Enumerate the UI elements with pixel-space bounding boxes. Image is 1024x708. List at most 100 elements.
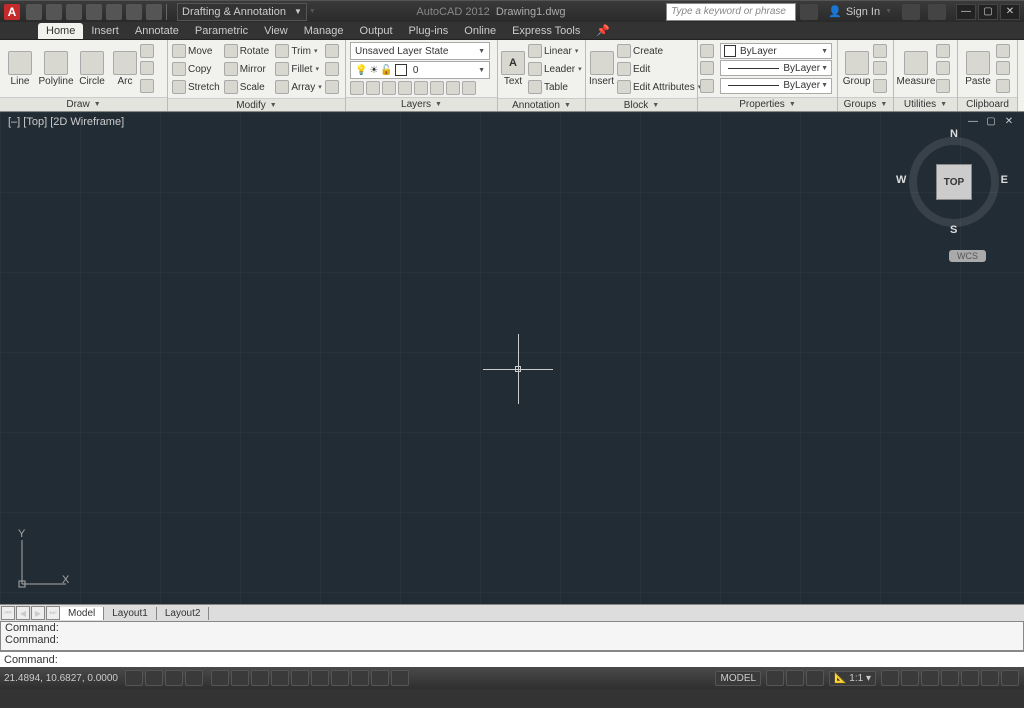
viewcube-east[interactable]: E: [1001, 174, 1008, 186]
qat-saveas-icon[interactable]: [86, 4, 102, 20]
copy-button[interactable]: Copy: [170, 60, 222, 78]
workspace-dropdown[interactable]: Drafting & Annotation ▼: [177, 3, 307, 21]
edit-attributes-button[interactable]: Edit Attributes▾: [615, 78, 703, 96]
sb-hw-icon[interactable]: [961, 670, 979, 686]
mirror-button[interactable]: Mirror: [222, 60, 274, 78]
fillet-button[interactable]: Fillet▾: [273, 60, 325, 78]
layer-tool-8-icon[interactable]: [462, 81, 476, 95]
vp-close-button[interactable]: ✕: [1002, 116, 1016, 128]
tab-annotate[interactable]: Annotate: [127, 23, 187, 39]
insert-button[interactable]: Insert: [588, 42, 615, 96]
sb-ducs-icon[interactable]: [291, 670, 309, 686]
command-input[interactable]: Command:: [0, 651, 1024, 667]
sb-osnap-icon[interactable]: [231, 670, 249, 686]
tab-output[interactable]: Output: [352, 23, 401, 39]
search-input[interactable]: Type a keyword or phrase: [666, 3, 796, 21]
tab-first-button[interactable]: ⏮: [1, 606, 15, 620]
panel-annotation-title[interactable]: Annotation▼: [498, 98, 585, 111]
tab-next-button[interactable]: ▶: [31, 606, 45, 620]
qat-undo-icon[interactable]: [126, 4, 142, 20]
text-button[interactable]: AText: [500, 42, 526, 96]
qat-redo-icon[interactable]: [146, 4, 162, 20]
viewcube-south[interactable]: S: [950, 224, 957, 236]
move-button[interactable]: Move: [170, 42, 222, 60]
list-icon[interactable]: [700, 79, 714, 93]
tab-parametric[interactable]: Parametric: [187, 23, 256, 39]
layer-tool-6-icon[interactable]: [430, 81, 444, 95]
sb-snap-icon[interactable]: [145, 670, 163, 686]
tab-express[interactable]: Express Tools: [504, 23, 588, 39]
qat-open-icon[interactable]: [46, 4, 62, 20]
sb-grid-icon[interactable]: [165, 670, 183, 686]
sb-grid2-icon[interactable]: [766, 670, 784, 686]
linear-button[interactable]: Linear▾: [526, 42, 584, 60]
viewport-label[interactable]: [–] [Top] [2D Wireframe]: [8, 116, 124, 128]
line-button[interactable]: Line: [2, 42, 38, 95]
array-button[interactable]: Array▾: [273, 78, 325, 96]
paste-button[interactable]: Paste: [960, 42, 996, 95]
sb-anno1-icon[interactable]: [881, 670, 899, 686]
color-dropdown[interactable]: ByLayer▼: [720, 43, 832, 59]
leader-button[interactable]: Leader▾: [526, 60, 584, 78]
close-button[interactable]: ✕: [1000, 4, 1020, 20]
trim-button[interactable]: Trim▾: [273, 42, 325, 60]
sb-tpy-icon[interactable]: [351, 670, 369, 686]
maximize-button[interactable]: ▢: [978, 4, 998, 20]
scale-button[interactable]: Scale: [222, 78, 274, 96]
match-prop-icon[interactable]: [700, 44, 714, 58]
erase-icon[interactable]: [325, 44, 339, 58]
drawing-canvas[interactable]: [–] [Top] [2D Wireframe] — ▢ ✕ // grid l…: [0, 112, 1024, 604]
layer-tool-5-icon[interactable]: [414, 81, 428, 95]
tab-focus-icon[interactable]: 📌: [588, 22, 618, 39]
panel-utilities-title[interactable]: Utilities▼: [894, 97, 957, 111]
copy-clip-icon[interactable]: [996, 61, 1010, 75]
ellipse-icon[interactable]: [140, 79, 154, 93]
qat-print-icon[interactable]: [106, 4, 122, 20]
edit-button[interactable]: Edit: [615, 60, 703, 78]
layout1-tab[interactable]: Layout1: [104, 607, 157, 620]
layer-tool-1-icon[interactable]: [350, 81, 364, 95]
layer-tool-2-icon[interactable]: [366, 81, 380, 95]
sb-lwt-icon[interactable]: [331, 670, 349, 686]
sb-ortho-icon[interactable]: [185, 670, 203, 686]
viewcube-ring[interactable]: [909, 137, 999, 227]
app-menu-button[interactable]: A: [4, 4, 20, 20]
vp-minimize-button[interactable]: —: [966, 116, 980, 128]
util-tool-2-icon[interactable]: [936, 61, 950, 75]
measure-button[interactable]: Measure: [896, 42, 936, 95]
tab-prev-button[interactable]: ◀: [16, 606, 30, 620]
panel-draw-title[interactable]: Draw▼: [0, 97, 167, 111]
stretch-button[interactable]: Stretch: [170, 78, 222, 96]
viewcube[interactable]: N S E W TOP: [904, 132, 1004, 232]
panel-block-title[interactable]: Block▼: [586, 98, 697, 111]
offset-icon[interactable]: [325, 80, 339, 94]
sb-otrack-icon[interactable]: [271, 670, 289, 686]
tab-view[interactable]: View: [256, 23, 296, 39]
prop-tool-2-icon[interactable]: [700, 61, 714, 75]
sb-ws-icon[interactable]: [921, 670, 939, 686]
tab-online[interactable]: Online: [456, 23, 504, 39]
panel-layers-title[interactable]: Layers▼: [346, 97, 497, 111]
wcs-badge[interactable]: WCS: [949, 250, 986, 262]
workspace-expand-icon[interactable]: ▼: [309, 8, 316, 15]
arc-button[interactable]: Arc: [110, 42, 140, 95]
sb-sc-icon[interactable]: [391, 670, 409, 686]
anno-scale-dropdown[interactable]: 📐 1:1 ▾: [829, 671, 876, 686]
exchange-icon[interactable]: [902, 4, 920, 20]
sb-qp-icon[interactable]: [371, 670, 389, 686]
sb-polar-icon[interactable]: [211, 670, 229, 686]
rotate-button[interactable]: Rotate: [222, 42, 274, 60]
modelspace-toggle[interactable]: MODEL: [715, 671, 761, 686]
coords-readout[interactable]: 21.4894, 10.6827, 0.0000: [4, 673, 124, 684]
layer-tool-3-icon[interactable]: [382, 81, 396, 95]
minimize-button[interactable]: —: [956, 4, 976, 20]
group-button[interactable]: Group: [840, 42, 873, 95]
help-icon[interactable]: [928, 4, 946, 20]
polyline-button[interactable]: Polyline: [38, 42, 74, 95]
sb-3dosnap-icon[interactable]: [251, 670, 269, 686]
util-tool-3-icon[interactable]: [936, 79, 950, 93]
sb-anno2-icon[interactable]: [901, 670, 919, 686]
layer-tool-7-icon[interactable]: [446, 81, 460, 95]
util-tool-1-icon[interactable]: [936, 44, 950, 58]
create-button[interactable]: Create: [615, 42, 703, 60]
